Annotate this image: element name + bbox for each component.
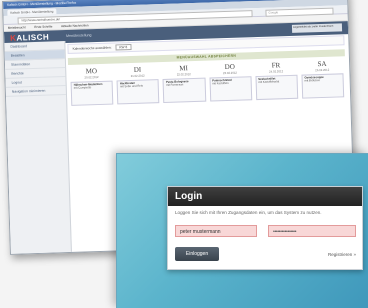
username-input[interactable]: peter mustermann — [175, 225, 257, 237]
login-panel: Login Loggen Sie sich mit Ihren Zugangsd… — [167, 186, 363, 270]
menu-card[interactable]: Putenschnitzel mit Kartoffeln — [209, 76, 252, 102]
app-name: Menübestellung — [66, 33, 92, 39]
day-column: MI 22.02.2012 Pasta Bolognese mit Parmesa… — [160, 64, 207, 103]
day-date: 23.02.2012 — [222, 70, 238, 76]
day-column: SA 25.02.2012 Gemüsesuppe mit Brötchen — [299, 59, 346, 99]
menu-card[interactable]: Pasta Bolognese mit Parmesan — [162, 77, 206, 103]
day-date: 22.02.2012 — [176, 72, 191, 77]
user-info: Angemeldet als: peter mustermann — [291, 23, 343, 33]
register-link[interactable]: Registrieren » — [328, 252, 356, 257]
login-description: Loggen Sie sich mit Ihren Zugangsdaten e… — [175, 210, 322, 215]
login-window: Login Loggen Sie sich mit Ihren Zugangsd… — [116, 153, 368, 308]
day-date: 20.02.2012 — [84, 75, 99, 80]
password-input[interactable]: •••••••••••••••• — [268, 225, 356, 237]
bookmark-item[interactable]: Meistbesucht — [8, 25, 26, 30]
week-select[interactable]: KW 8 — [115, 43, 132, 51]
menu-card[interactable]: Hackbraten mit Soße und Reis — [116, 79, 160, 105]
day-column: DI 21.02.2012 Hackbraten mit Soße und Rei… — [114, 65, 161, 105]
bookmark-item[interactable]: Erste Schritte — [34, 24, 52, 29]
sidebar: Dashboard Bestellen Stammdaten Berichte … — [4, 41, 72, 254]
day-columns: MO 20.02.2012 Hähnchen-Medaillons mit Cur… — [68, 59, 346, 106]
day-date: 21.02.2012 — [130, 73, 145, 78]
sidebar-item-minimize[interactable]: Navigation minimieren — [5, 86, 66, 97]
day-column: FR 24.02.2012 Seelachsfilet mit Kartoffel… — [253, 61, 300, 101]
login-title: Login — [168, 187, 362, 206]
menu-card[interactable]: Gemüsesuppe mit Brötchen — [301, 73, 345, 99]
menu-card[interactable]: Seelachsfilet mit Kartoffelsalat — [255, 74, 299, 101]
day-column: MO 20.02.2012 Hähnchen-Medaillons mit Cur… — [68, 67, 115, 106]
week-filter-label: Kalenderwoche auswählen: — [72, 45, 112, 51]
bookmark-item[interactable]: Aktuelle Nachrichten — [61, 23, 89, 28]
day-date: 25.02.2012 — [315, 67, 330, 73]
day-date: 24.02.2012 — [269, 69, 284, 74]
menu-card[interactable]: Hähnchen-Medaillons mit Currysoße — [70, 80, 114, 106]
day-column: DO 23.02.2012 Putenschnitzel mit Kartoffe… — [207, 62, 254, 102]
login-button[interactable]: Einloggen — [175, 247, 219, 261]
browser-search-input[interactable]: Google — [265, 7, 334, 17]
